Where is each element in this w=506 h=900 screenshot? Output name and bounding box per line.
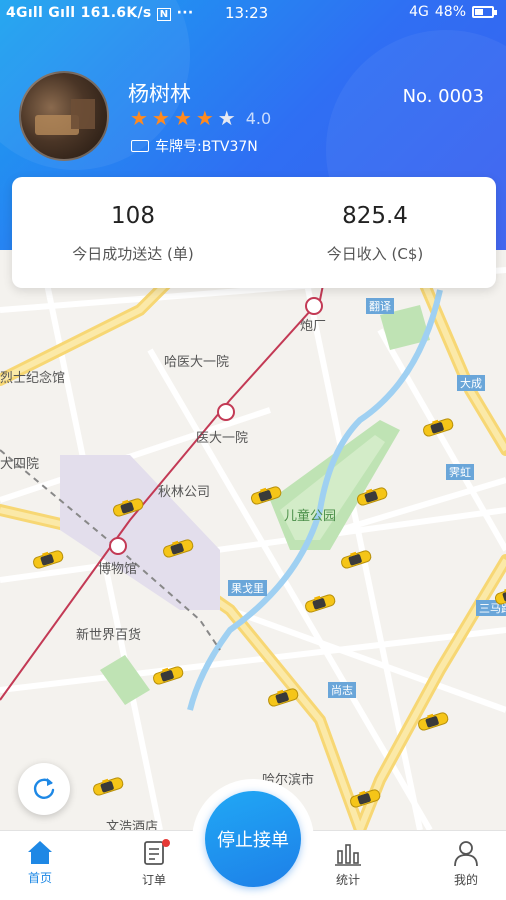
sim-icon: N bbox=[156, 8, 172, 21]
tab-label: 统计 bbox=[335, 873, 360, 887]
taxi-icon bbox=[347, 788, 383, 808]
tab-label: 订单 bbox=[141, 873, 166, 887]
taxi-icon bbox=[248, 485, 284, 505]
profile-icon bbox=[454, 841, 478, 867]
map-label: 新世界百货 bbox=[76, 628, 142, 643]
signal-indicator: 4Gıll Gıll 161.6K/s N ··· bbox=[6, 5, 194, 21]
tab-label: 首页 bbox=[27, 871, 52, 885]
taxi-icon bbox=[338, 549, 374, 569]
map-label: 霁虹 bbox=[446, 464, 474, 480]
taxi-icon bbox=[415, 711, 451, 731]
taxi-icon bbox=[302, 593, 338, 613]
avatar[interactable] bbox=[19, 71, 109, 161]
map-canvas bbox=[0, 250, 506, 830]
stop-accepting-button[interactable]: 停止接单 bbox=[205, 791, 301, 887]
tab-home[interactable]: 首页 bbox=[10, 839, 70, 886]
refresh-icon bbox=[33, 778, 55, 799]
network-indicator: 4G bbox=[409, 4, 429, 20]
notification-dot bbox=[162, 839, 170, 847]
stat-value: 108 bbox=[111, 203, 155, 229]
map-view[interactable]: 哈医大一院 烈士纪念馆 医大一院 大四院 秋林公司 儿童公园 博物馆 果戈里 新… bbox=[0, 250, 506, 830]
rating-value: 4.0 bbox=[245, 108, 272, 128]
map-label: 烈士纪念馆 bbox=[0, 371, 66, 386]
map-label: 儿童公园 bbox=[284, 509, 337, 524]
tab-stats[interactable]: 统计 bbox=[318, 839, 378, 888]
star-icon: ★ bbox=[173, 106, 192, 130]
map-label: 翻译 bbox=[366, 298, 394, 314]
stats-card: 108 今日成功送达 (单) 825.4 今日收入 (C$) bbox=[12, 177, 496, 288]
driver-name: 杨树林 bbox=[128, 82, 191, 106]
stat-label: 今日成功送达 (单) bbox=[72, 245, 194, 263]
star-icon: ★ bbox=[195, 106, 214, 130]
star-icon: ★ bbox=[217, 106, 236, 130]
taxi-icon bbox=[492, 585, 506, 605]
status-bar: 4Gıll Gıll 161.6K/s N ··· 13:23 4G 48% bbox=[0, 0, 506, 28]
rating-stars: ★ ★ ★ ★ ★ 4.0 bbox=[130, 108, 271, 128]
map-label: 哈医大一院 bbox=[164, 355, 230, 370]
star-icon: ★ bbox=[151, 106, 170, 130]
tab-label: 我的 bbox=[453, 873, 478, 887]
more-icon: ··· bbox=[176, 5, 194, 21]
taxi-icon bbox=[420, 417, 456, 437]
refresh-button[interactable] bbox=[18, 763, 70, 815]
stats-icon bbox=[335, 844, 361, 866]
taxi-icon bbox=[30, 549, 66, 569]
map-label: 文浩酒店 bbox=[106, 820, 159, 830]
plate-icon bbox=[131, 140, 149, 152]
driver-number: No. 0003 bbox=[402, 86, 484, 107]
taxi-icon bbox=[160, 538, 196, 558]
stat-deliveries: 108 今日成功送达 (单) bbox=[12, 177, 254, 288]
taxi-icon bbox=[150, 665, 186, 685]
map-label: 大成 bbox=[457, 375, 485, 391]
stat-income: 825.4 今日收入 (C$) bbox=[254, 177, 496, 288]
star-icon: ★ bbox=[130, 106, 148, 130]
taxi-icon bbox=[354, 486, 390, 506]
map-label: 秋林公司 bbox=[158, 485, 211, 500]
clock: 13:23 bbox=[225, 4, 269, 22]
taxi-icon bbox=[90, 776, 126, 796]
taxi-icon bbox=[265, 687, 301, 707]
tab-orders[interactable]: 订单 bbox=[124, 839, 184, 888]
home-icon bbox=[28, 841, 52, 864]
plate-label: 车牌号:BTV37N bbox=[155, 139, 258, 155]
taxi-icon bbox=[110, 497, 146, 517]
battery-icon bbox=[472, 6, 497, 18]
tab-profile[interactable]: 我的 bbox=[436, 839, 496, 888]
stat-label: 今日收入 (C$) bbox=[326, 245, 424, 263]
map-label: 大四院 bbox=[0, 457, 40, 472]
map-label: 博物馆 bbox=[98, 562, 138, 577]
map-label: 果戈里 bbox=[228, 580, 267, 596]
license-plate: 车牌号:BTV37N bbox=[131, 136, 258, 156]
stat-value: 825.4 bbox=[342, 203, 408, 229]
battery-percent: 48% bbox=[434, 4, 466, 20]
map-label: 尚志 bbox=[328, 682, 356, 698]
map-label: 炮厂 bbox=[300, 319, 327, 334]
map-label: 医大一院 bbox=[196, 431, 249, 446]
